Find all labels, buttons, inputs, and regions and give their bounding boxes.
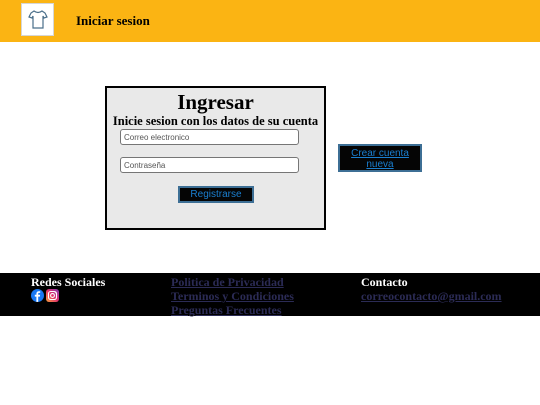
contact-email-link[interactable]: correocontacto@gmail.com bbox=[361, 289, 502, 304]
terms-link[interactable]: Terminos y Condiciones bbox=[171, 289, 294, 304]
header-bar: Iniciar sesion bbox=[0, 0, 540, 42]
shirt-logo-icon[interactable] bbox=[21, 3, 54, 36]
footer: Redes Sociales Politica de Privacidad Te… bbox=[0, 273, 540, 318]
social-title: Redes Sociales bbox=[31, 275, 106, 289]
login-subtitle: Inicie sesion con los datos de su cuenta bbox=[112, 114, 319, 128]
faq-link[interactable]: Preguntas Frecuentes bbox=[171, 303, 282, 318]
email-field[interactable] bbox=[120, 129, 299, 145]
create-account-button[interactable]: Crear cuenta nueva bbox=[338, 144, 422, 172]
page-title: Iniciar sesion bbox=[76, 13, 150, 28]
password-field[interactable] bbox=[120, 157, 299, 173]
contact-title: Contacto bbox=[361, 275, 408, 289]
instagram-icon[interactable] bbox=[46, 289, 59, 302]
facebook-icon[interactable] bbox=[31, 289, 44, 302]
login-title: Ingresar bbox=[177, 90, 254, 114]
login-form: Ingresar Inicie sesion con los datos de … bbox=[105, 86, 326, 230]
register-button[interactable]: Registrarse bbox=[178, 186, 254, 203]
privacy-policy-link[interactable]: Politica de Privacidad bbox=[171, 275, 284, 290]
